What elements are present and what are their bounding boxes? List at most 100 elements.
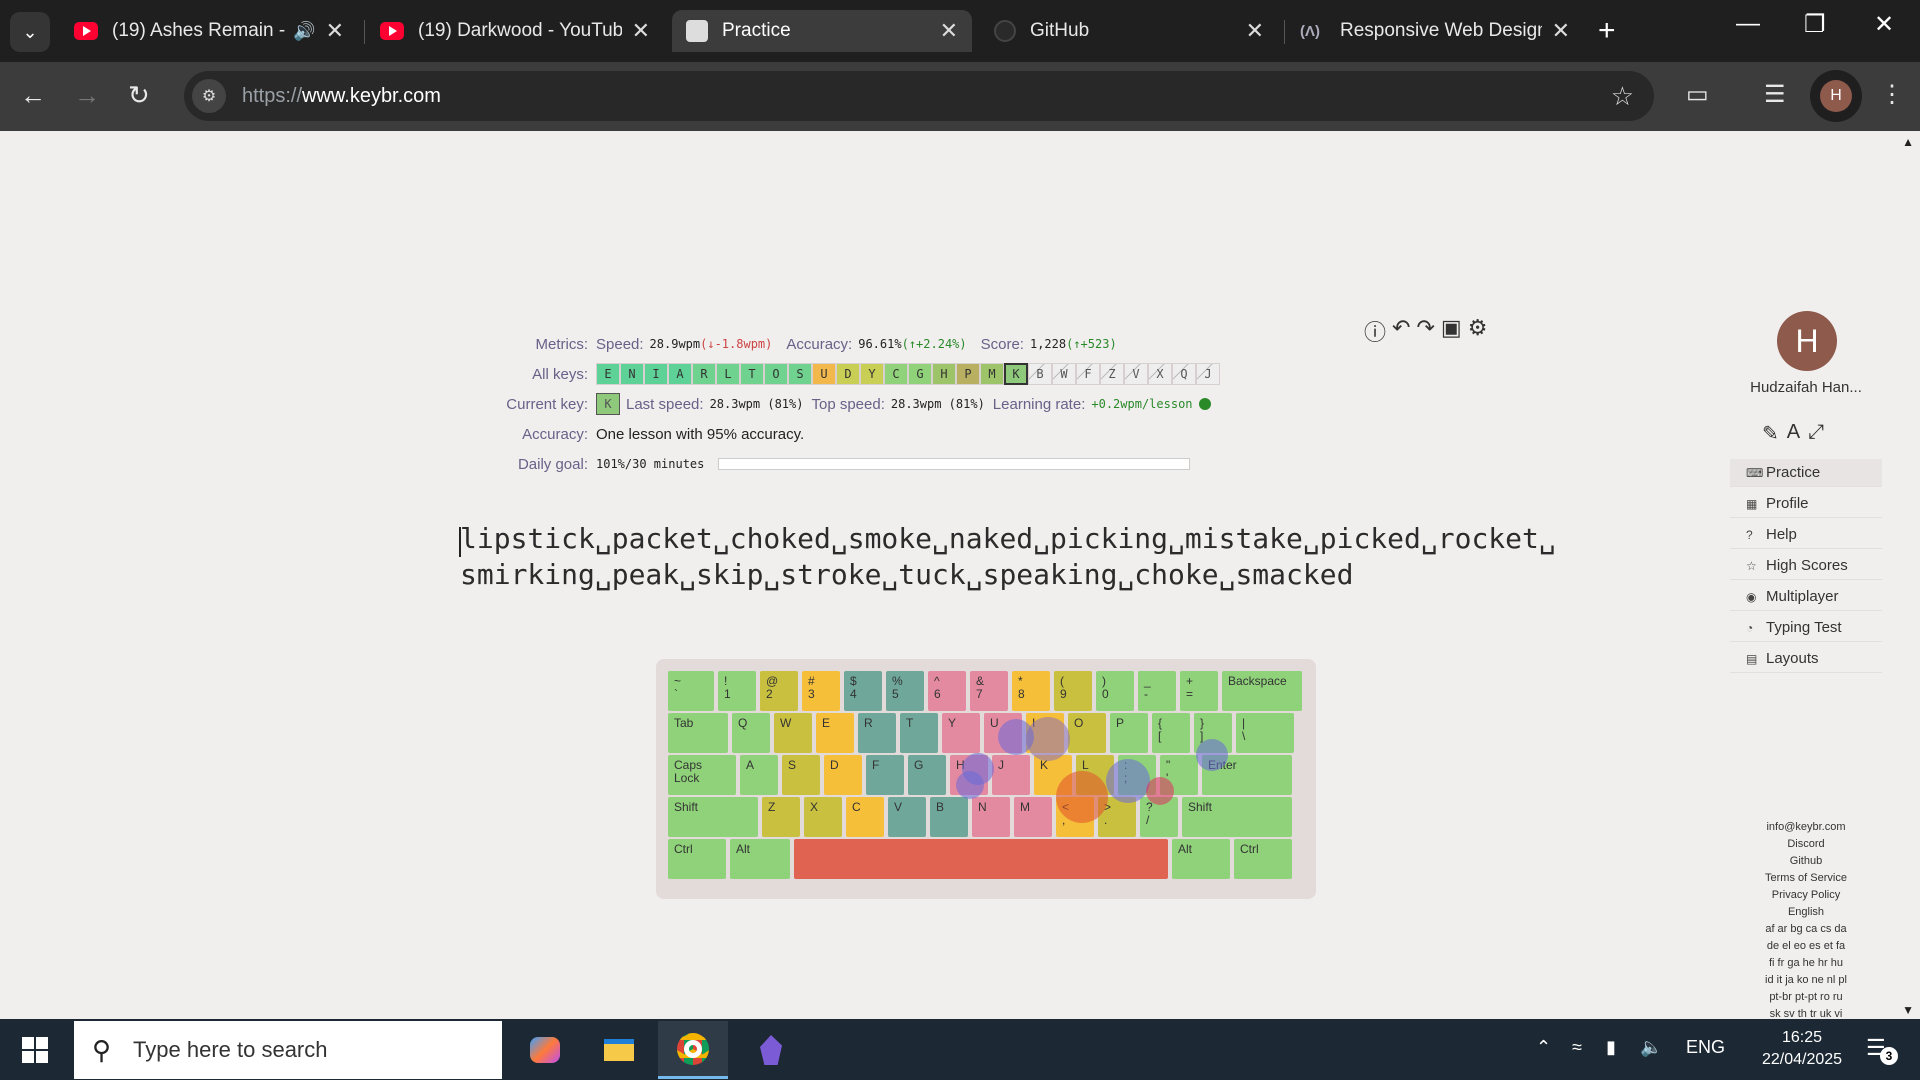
key-indicator[interactable]: Z bbox=[1100, 363, 1124, 385]
forward-button[interactable]: → bbox=[74, 80, 100, 111]
key-indicator[interactable]: V bbox=[1124, 363, 1148, 385]
close-icon[interactable]: ✕ bbox=[326, 18, 344, 44]
close-window-button[interactable]: ✕ bbox=[1874, 10, 1894, 39]
footer-link[interactable]: de el eo es et fa bbox=[1730, 938, 1882, 955]
key-indicator[interactable]: M bbox=[980, 363, 1004, 385]
lesson-text[interactable]: lipstick␣packet␣choked␣smoke␣naked␣picki… bbox=[460, 521, 1556, 593]
key-indicator[interactable]: N bbox=[620, 363, 644, 385]
footer-link[interactable]: info@keybr.com bbox=[1730, 819, 1882, 836]
tab-practice[interactable]: Practice ✕ bbox=[672, 10, 972, 52]
key-indicator[interactable]: I bbox=[644, 363, 668, 385]
sidebar-item-profile[interactable]: ▦ Profile bbox=[1730, 490, 1882, 518]
battery-icon[interactable]: ▮ bbox=[1606, 1037, 1616, 1058]
footer-link[interactable]: fi fr ga he hr hu bbox=[1730, 955, 1882, 972]
key-label: W bbox=[780, 716, 792, 730]
redo-icon[interactable]: ↷ bbox=[1416, 315, 1434, 347]
key-indicator[interactable]: P bbox=[956, 363, 980, 385]
sidebar-item-typing-test[interactable]: ◔ Typing Test bbox=[1730, 614, 1882, 642]
key-indicator[interactable]: Q bbox=[1172, 363, 1196, 385]
key-indicator[interactable]: G bbox=[908, 363, 932, 385]
scroll-down-arrow[interactable]: ▼ bbox=[1902, 1003, 1914, 1017]
notifications-button[interactable]: ☰ 3 bbox=[1866, 1035, 1898, 1065]
scroll-up-arrow[interactable]: ▲ bbox=[1902, 135, 1914, 149]
language-indicator[interactable]: ENG bbox=[1686, 1037, 1725, 1058]
key-indicator[interactable]: T bbox=[740, 363, 764, 385]
media-control-icon[interactable]: ☰ bbox=[1764, 80, 1786, 109]
tab-responsive-web-design[interactable]: (Λ) Responsive Web Design | ✕ bbox=[1286, 10, 1584, 52]
footer-link[interactable]: id it ja ko ne nl pl bbox=[1730, 972, 1882, 989]
address-bar[interactable]: ⚙ https://www.keybr.com ☆ bbox=[184, 71, 1654, 121]
reload-button[interactable]: ↻ bbox=[128, 80, 150, 111]
fullscreen-icon[interactable]: ▣ bbox=[1441, 315, 1462, 347]
url-text[interactable]: https://www.keybr.com bbox=[242, 85, 441, 108]
username[interactable]: Hudzaifah Han... bbox=[1730, 379, 1882, 396]
footer-link[interactable]: English bbox=[1730, 904, 1882, 921]
bookmark-star-icon[interactable]: ☆ bbox=[1611, 81, 1634, 112]
start-button[interactable] bbox=[22, 1037, 48, 1063]
key-indicator[interactable]: B bbox=[1028, 363, 1052, 385]
taskbar-search[interactable]: ⚲ Type here to search bbox=[74, 1021, 502, 1079]
help-icon[interactable]: ⓘ bbox=[1364, 315, 1386, 347]
key-indicator[interactable]: U bbox=[812, 363, 836, 385]
close-icon[interactable]: ✕ bbox=[1552, 18, 1570, 44]
restore-button[interactable]: ❐ bbox=[1804, 10, 1826, 39]
key-indicator[interactable]: J bbox=[1196, 363, 1220, 385]
undo-icon[interactable]: ↶ bbox=[1392, 315, 1410, 347]
back-button[interactable]: ← bbox=[20, 80, 46, 111]
footer-link[interactable]: Github bbox=[1730, 853, 1882, 870]
key-indicator[interactable]: R bbox=[692, 363, 716, 385]
new-tab-button[interactable]: + bbox=[1598, 14, 1616, 48]
key-indicator[interactable]: L bbox=[716, 363, 740, 385]
tab-title: Practice bbox=[722, 20, 791, 41]
tab-ashes-remain[interactable]: (19) Ashes Remain - C 🔊 ✕ bbox=[60, 10, 358, 52]
expand-icon[interactable]: ⤢ bbox=[1808, 421, 1824, 446]
color-theme-icon[interactable]: ✎ bbox=[1762, 421, 1779, 446]
settings-gear-icon[interactable]: ⚙ bbox=[1468, 315, 1488, 347]
key-indicator[interactable]: A bbox=[668, 363, 692, 385]
close-icon[interactable]: ✕ bbox=[1246, 18, 1264, 44]
menu-kebab-icon[interactable]: ⋮ bbox=[1880, 80, 1904, 109]
sidebar-item-practice[interactable]: ⌨ Practice bbox=[1730, 459, 1882, 487]
key-indicator[interactable]: O bbox=[764, 363, 788, 385]
tab-darkwood[interactable]: (19) Darkwood - YouTube ✕ bbox=[366, 10, 664, 52]
footer-link[interactable]: af ar bg ca cs da bbox=[1730, 921, 1882, 938]
volume-icon[interactable]: 🔈 bbox=[1640, 1037, 1662, 1058]
tab-search-button[interactable]: ⌄ bbox=[10, 12, 50, 52]
key-indicator[interactable]: K bbox=[1004, 363, 1028, 385]
tab-github[interactable]: GitHub ✕ bbox=[980, 10, 1278, 52]
close-icon[interactable]: ✕ bbox=[940, 18, 958, 44]
key-indicator[interactable]: H bbox=[932, 363, 956, 385]
sidebar-item-help[interactable]: ? Help bbox=[1730, 521, 1882, 549]
key-indicator[interactable]: X bbox=[1148, 363, 1172, 385]
font-icon[interactable]: A bbox=[1787, 421, 1800, 446]
footer-link[interactable]: pt-br pt-pt ro ru bbox=[1730, 989, 1882, 1006]
current-key-badge[interactable]: K bbox=[596, 393, 620, 415]
sidebar-item-multiplayer[interactable]: ◉ Multiplayer bbox=[1730, 583, 1882, 611]
footer-link[interactable]: Privacy Policy bbox=[1730, 887, 1882, 904]
sidebar-item-high-scores[interactable]: ☆ High Scores bbox=[1730, 552, 1882, 580]
footer-link[interactable]: Terms of Service bbox=[1730, 870, 1882, 887]
site-info-icon[interactable]: ⚙ bbox=[192, 79, 226, 113]
key-indicator[interactable]: F bbox=[1076, 363, 1100, 385]
copilot-app[interactable] bbox=[510, 1021, 580, 1079]
file-explorer-app[interactable] bbox=[584, 1021, 654, 1079]
key-indicator[interactable]: D bbox=[836, 363, 860, 385]
network-icon[interactable]: ≈ bbox=[1572, 1037, 1582, 1058]
user-avatar[interactable]: H bbox=[1777, 311, 1837, 371]
key-indicator[interactable]: W bbox=[1052, 363, 1076, 385]
minimize-button[interactable]: — bbox=[1736, 10, 1760, 38]
obsidian-app[interactable] bbox=[736, 1021, 806, 1079]
tray-overflow-icon[interactable]: ⌃ bbox=[1536, 1037, 1551, 1058]
key-indicator[interactable]: E bbox=[596, 363, 620, 385]
speaker-icon[interactable]: 🔊 bbox=[293, 21, 315, 42]
profile-button[interactable]: H bbox=[1810, 70, 1862, 122]
footer-link[interactable]: Discord bbox=[1730, 836, 1882, 853]
close-icon[interactable]: ✕ bbox=[632, 18, 650, 44]
key-indicator[interactable]: Y bbox=[860, 363, 884, 385]
sidebar-item-layouts[interactable]: ▤ Layouts bbox=[1730, 645, 1882, 673]
key-indicator[interactable]: S bbox=[788, 363, 812, 385]
key-indicator[interactable]: C bbox=[884, 363, 908, 385]
chrome-app[interactable] bbox=[658, 1021, 728, 1079]
clock[interactable]: 16:25 22/04/2025 bbox=[1762, 1027, 1842, 1071]
extensions-icon[interactable]: ▭ bbox=[1686, 80, 1709, 109]
